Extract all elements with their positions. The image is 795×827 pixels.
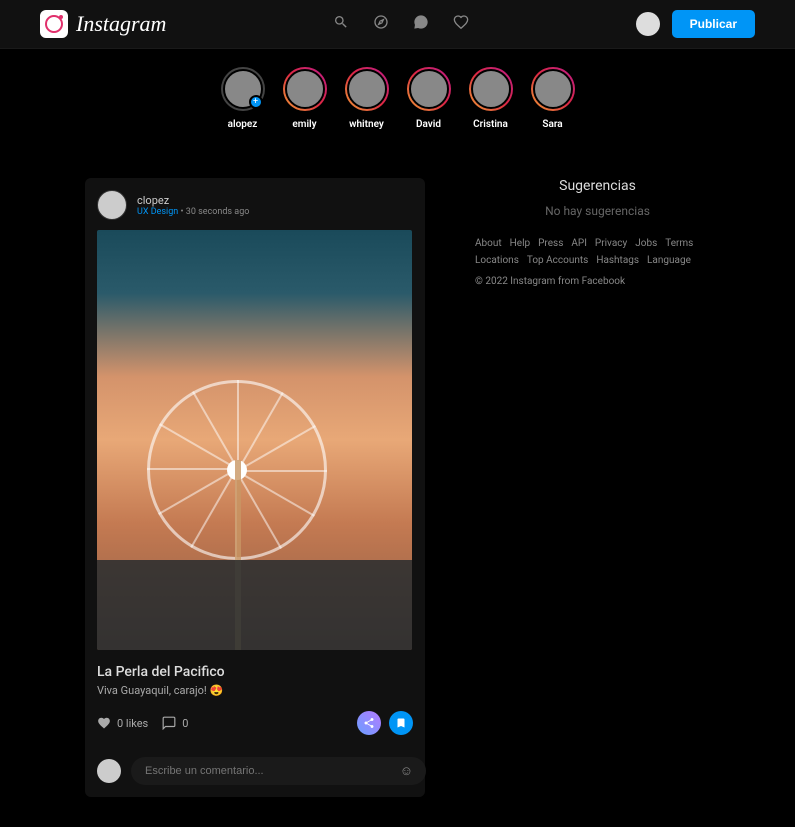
- explore-icon[interactable]: [373, 14, 389, 34]
- story-name: emily: [292, 119, 316, 130]
- story-name: Sara: [542, 119, 562, 130]
- like-button[interactable]: 0 likes: [97, 716, 148, 730]
- feed: clopez UX Design • 30 seconds ago La Per…: [85, 178, 425, 797]
- header-nav: [333, 14, 469, 34]
- footer-link[interactable]: About: [475, 238, 502, 249]
- post-header: clopez UX Design • 30 seconds ago: [85, 190, 425, 230]
- main-content: clopez UX Design • 30 seconds ago La Per…: [0, 148, 795, 827]
- story-name: alopez: [228, 119, 258, 130]
- brand-name[interactable]: Instagram: [76, 11, 166, 37]
- share-button[interactable]: [357, 711, 381, 735]
- header: Instagram Publicar: [0, 0, 795, 49]
- footer-link[interactable]: Locations: [475, 255, 519, 266]
- copyright: © 2022 Instagram from Facebook: [475, 276, 720, 287]
- story-item[interactable]: David: [407, 67, 451, 130]
- post-caption: Viva Guayaquil, carajo! 😍: [85, 684, 425, 697]
- story-name: Cristina: [473, 119, 508, 130]
- messages-icon[interactable]: [413, 14, 429, 34]
- bookmark-button[interactable]: [389, 711, 413, 735]
- footer-link[interactable]: Privacy: [595, 238, 627, 249]
- footer-link[interactable]: Terms: [665, 238, 693, 249]
- footer-links: About Help Press API Privacy Jobs Terms Locatio…: [475, 238, 720, 266]
- story-item[interactable]: Cristina: [469, 67, 513, 130]
- footer-link[interactable]: API: [571, 238, 587, 249]
- post-title: La Perla del Pacifico: [85, 650, 425, 684]
- story-name: David: [416, 119, 441, 130]
- footer-link[interactable]: Top Accounts: [527, 255, 588, 266]
- header-left: Instagram: [40, 10, 166, 38]
- post-image[interactable]: [97, 230, 412, 650]
- story-name: whitney: [349, 119, 384, 130]
- suggestions-title: Sugerencias: [475, 178, 720, 194]
- footer-link[interactable]: Press: [538, 238, 563, 249]
- post-actions: 0 likes 0: [85, 697, 425, 749]
- comment-avatar[interactable]: [97, 759, 121, 783]
- stories-bar: +alopez emily whitney David Cristina Sara: [0, 49, 795, 148]
- publish-button[interactable]: Publicar: [672, 10, 755, 38]
- footer-link[interactable]: Jobs: [635, 238, 657, 249]
- post-category[interactable]: UX Design: [137, 207, 178, 217]
- footer-link[interactable]: Language: [647, 255, 691, 266]
- suggestions-empty: No hay sugerencias: [475, 204, 720, 218]
- comment-input[interactable]: [131, 757, 426, 785]
- post-card: clopez UX Design • 30 seconds ago La Per…: [85, 178, 425, 797]
- story-item[interactable]: emily: [283, 67, 327, 130]
- comment-row: ☺: [85, 749, 425, 785]
- emoji-icon[interactable]: ☺: [400, 763, 413, 779]
- post-time: 30 seconds ago: [186, 207, 250, 217]
- header-right: Publicar: [636, 10, 755, 38]
- footer-link[interactable]: Hashtags: [596, 255, 639, 266]
- post-author-avatar[interactable]: [97, 190, 127, 220]
- post-meta: UX Design • 30 seconds ago: [137, 207, 249, 217]
- story-item[interactable]: +alopez: [221, 67, 265, 130]
- logo-icon[interactable]: [40, 10, 68, 38]
- footer-link[interactable]: Help: [510, 238, 530, 249]
- post-username[interactable]: clopez: [137, 194, 249, 207]
- search-icon[interactable]: [333, 14, 349, 34]
- user-avatar[interactable]: [636, 12, 660, 36]
- sidebar: Sugerencias No hay sugerencias About Help…: [475, 178, 720, 797]
- heart-icon[interactable]: [453, 14, 469, 34]
- comment-button[interactable]: 0: [162, 716, 188, 730]
- story-item[interactable]: whitney: [345, 67, 389, 130]
- story-item[interactable]: Sara: [531, 67, 575, 130]
